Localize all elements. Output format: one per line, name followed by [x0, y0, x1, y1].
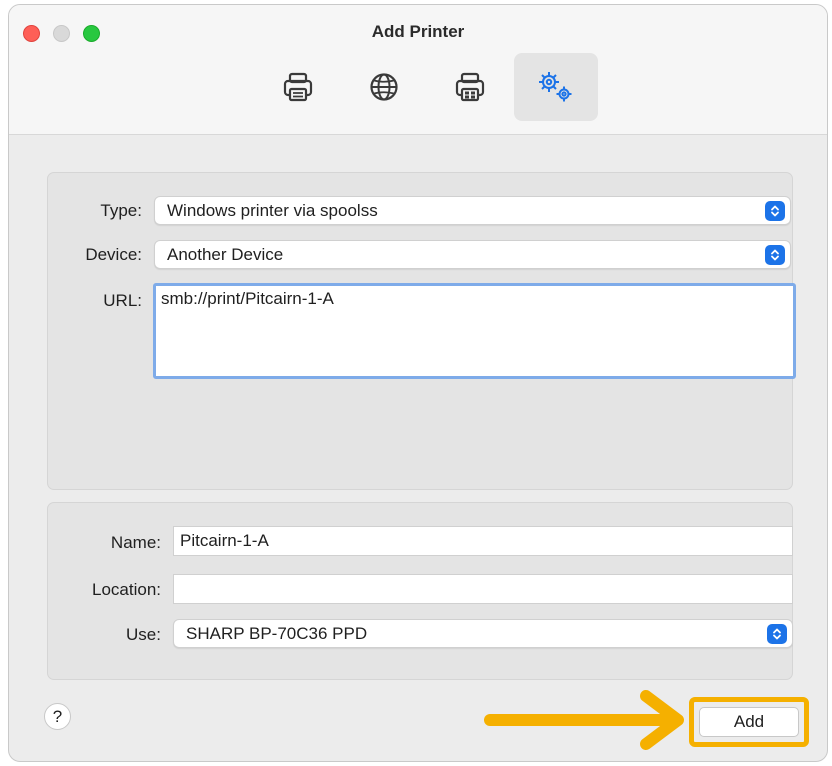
advanced-gears-icon — [539, 72, 572, 102]
name-label: Name: — [110, 533, 161, 552]
location-field[interactable] — [173, 574, 793, 604]
type-value: Windows printer via spoolss — [167, 201, 378, 220]
window-title: Add Printer — [371, 22, 465, 41]
type-label: Type: — [100, 201, 142, 220]
toolbar-windows-button[interactable] — [428, 53, 512, 121]
toolbar-ip-button[interactable] — [342, 53, 426, 121]
toolbar-advanced-button[interactable] — [514, 53, 598, 121]
add-button[interactable]: Add — [699, 707, 799, 737]
titlebar: Add Printer — [9, 5, 827, 135]
connection-panel: Type: Windows printer via spoolss Device… — [47, 172, 796, 490]
popup-arrows-icon — [765, 245, 785, 265]
location-label: Location: — [92, 580, 161, 599]
printer-icon — [283, 72, 313, 102]
printer-details-panel: Name: Pitcairn-1-A Location: Use: SHARP … — [47, 502, 793, 680]
device-popup[interactable]: Another Device — [154, 240, 791, 269]
use-popup[interactable]: SHARP BP-70C36 PPD — [173, 619, 793, 648]
name-value: Pitcairn-1-A — [180, 531, 269, 550]
popup-arrows-icon — [765, 201, 785, 221]
windows-printer-icon — [455, 72, 485, 102]
name-field[interactable]: Pitcairn-1-A — [173, 526, 793, 556]
url-field[interactable]: smb://print/Pitcairn-1-A — [153, 283, 796, 379]
device-label: Device: — [85, 245, 142, 264]
toolbar-default-button[interactable] — [256, 53, 340, 121]
type-popup[interactable]: Windows printer via spoolss — [154, 196, 791, 225]
globe-icon — [370, 73, 398, 101]
add-printer-window: Add Printer Type: Windows printer via sp… — [8, 4, 828, 762]
help-button[interactable]: ? — [44, 703, 71, 730]
url-value: smb://print/Pitcairn-1-A — [161, 289, 334, 308]
device-value: Another Device — [167, 245, 284, 264]
popup-arrows-icon — [767, 624, 787, 644]
annotation-arrow-icon — [484, 690, 684, 750]
use-value: SHARP BP-70C36 PPD — [186, 624, 368, 643]
url-label: URL: — [103, 291, 142, 310]
use-label: Use: — [126, 625, 161, 644]
